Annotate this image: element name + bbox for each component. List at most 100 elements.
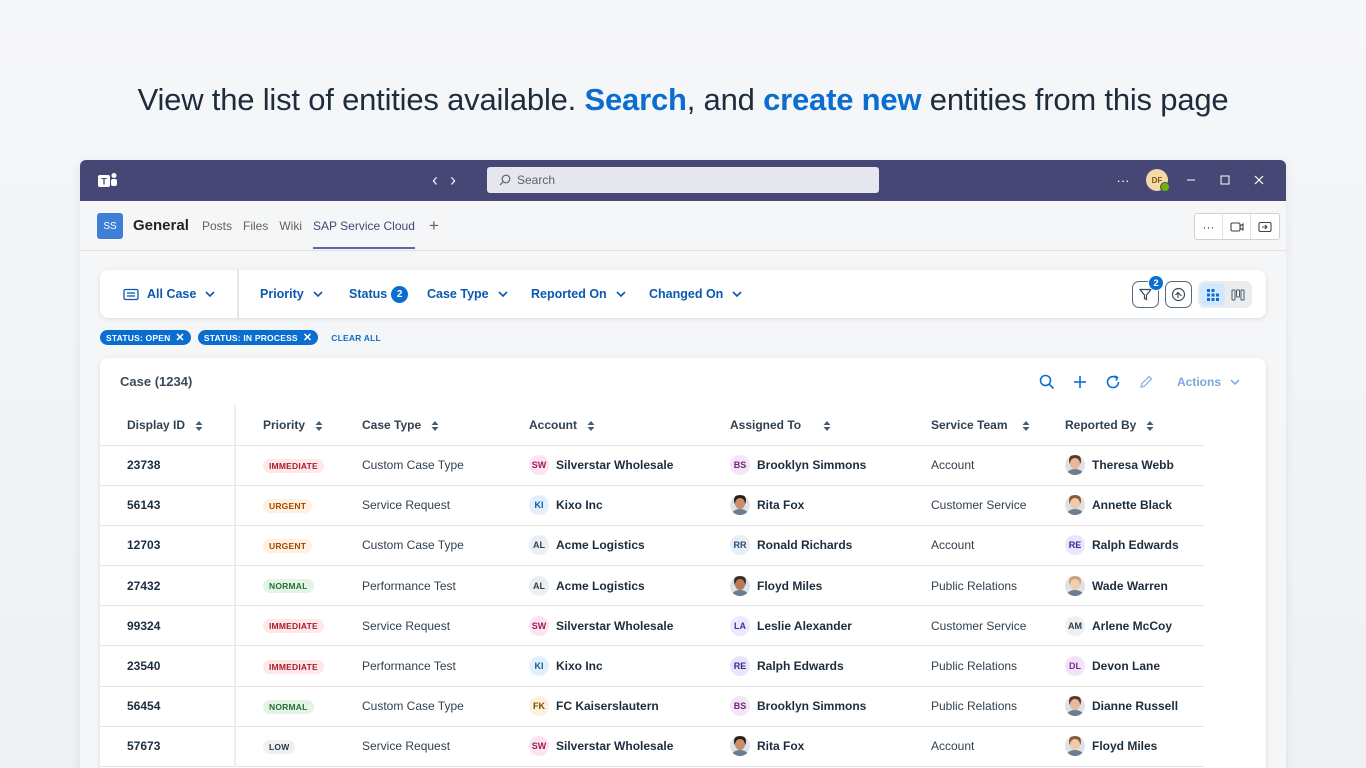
column-label: Account	[529, 417, 577, 432]
cell-case-type: Custom Case Type	[335, 525, 502, 567]
search-button[interactable]	[1031, 371, 1064, 393]
tab-wiki[interactable]: Wiki	[279, 219, 302, 251]
chip-status-in-process[interactable]: STATUS: IN PROCESS ✕	[197, 330, 319, 345]
account-link[interactable]: SW Silverstar Wholesale	[529, 736, 703, 757]
assigned-to-link[interactable]: RR Ronald Richards	[730, 535, 904, 556]
assigned-to-link[interactable]: Rita Fox	[730, 495, 904, 516]
cell-reported-by: Annette Black	[1038, 485, 1204, 526]
reported-by-link[interactable]: AM Arlene McCoy	[1065, 615, 1204, 636]
create-button[interactable]	[1064, 371, 1097, 393]
tab-files[interactable]: Files	[243, 219, 268, 251]
clear-all-link[interactable]: CLEAR ALL	[331, 333, 381, 343]
reported-by-link[interactable]: Theresa Webb	[1065, 455, 1204, 476]
cell-display-id[interactable]: 23540	[100, 645, 236, 687]
tab-sap-service-cloud[interactable]: SAP Service Cloud	[313, 219, 415, 251]
forward-arrow-icon[interactable]: ›	[450, 170, 456, 191]
filter-button[interactable]: 2	[1132, 275, 1164, 308]
ai-assist-button[interactable]	[1165, 281, 1192, 308]
cell-display-id[interactable]: 12703	[100, 525, 236, 567]
account-link[interactable]: SW Silverstar Wholesale	[529, 455, 703, 476]
table-row[interactable]: 23738 IMMEDIATE Custom Case Type SW Silverst…	[100, 445, 1204, 486]
more-options-button[interactable]: ···	[1106, 168, 1140, 192]
priority-badge: URGENT	[263, 498, 313, 513]
priority-badge: IMMEDIATE	[263, 619, 324, 634]
cell-display-id[interactable]: 56143	[100, 485, 236, 526]
table-row[interactable]: 56143 URGENT Service Request KI Kixo Inc Rita…	[100, 485, 1204, 526]
filter-priority[interactable]: Priority	[260, 270, 323, 318]
column-header-case-type[interactable]: Case Type	[335, 405, 502, 446]
filter-changed-on[interactable]: Changed On	[649, 270, 742, 318]
share-button[interactable]	[1251, 214, 1279, 239]
close-button[interactable]	[1242, 168, 1276, 192]
cell-display-id[interactable]: 56454	[100, 686, 236, 727]
edit-button[interactable]	[1130, 371, 1163, 393]
minimize-button[interactable]	[1174, 168, 1208, 192]
cell-display-id[interactable]: 99324	[100, 605, 236, 647]
account-link[interactable]: SW Silverstar Wholesale	[529, 615, 703, 636]
profile-button[interactable]: DF	[1140, 168, 1174, 192]
reported-by-link[interactable]: Floyd Miles	[1065, 736, 1204, 757]
add-tab-icon[interactable]: +	[429, 217, 439, 251]
column-label: Case Type	[362, 417, 422, 432]
table-row[interactable]: 56454 NORMAL Custom Case Type FK FC Kaisersl…	[100, 686, 1204, 727]
column-header-assigned-to[interactable]: Assigned To	[703, 405, 904, 446]
column-header-priority[interactable]: Priority	[235, 405, 335, 446]
cell-display-id[interactable]: 57673	[100, 726, 236, 768]
column-header-display-id[interactable]: Display ID	[100, 405, 236, 446]
table-row[interactable]: 23540 IMMEDIATE Performance Test KI Kixo Inc…	[100, 645, 1204, 687]
reported-by-link[interactable]: RE Ralph Edwards	[1065, 535, 1204, 556]
table-row[interactable]: 12703 URGENT Custom Case Type AL Acme Logist…	[100, 525, 1204, 567]
initials-avatar: RR	[730, 535, 750, 556]
global-search-input[interactable]: Search	[487, 167, 879, 193]
assigned-to-link[interactable]: LA Leslie Alexander	[730, 615, 904, 636]
board-view-button[interactable]	[1225, 283, 1250, 306]
filter-case-type[interactable]: Case Type	[427, 270, 508, 318]
table-row[interactable]: 99324 IMMEDIATE Service Request SW Silversta…	[100, 605, 1204, 647]
account-link[interactable]: AL Acme Logistics	[529, 575, 703, 596]
assigned-to-link[interactable]: RE Ralph Edwards	[730, 656, 904, 677]
column-header-reported-by[interactable]: Reported By	[1038, 405, 1204, 446]
table-row[interactable]: 27432 NORMAL Performance Test AL Acme Logist…	[100, 565, 1204, 607]
refresh-button[interactable]	[1097, 371, 1130, 393]
assigned-to-link[interactable]: BS Brooklyn Simmons	[730, 696, 904, 717]
filter-reported-on[interactable]: Reported On	[531, 270, 626, 318]
table-row[interactable]: 57673 LOW Service Request SW Silverstar Whol…	[100, 726, 1204, 768]
back-arrow-icon[interactable]: ‹	[432, 170, 438, 191]
close-icon[interactable]: ✕	[175, 332, 184, 343]
close-icon[interactable]: ✕	[303, 332, 312, 343]
assigned-to-link[interactable]: Floyd Miles	[730, 575, 904, 596]
actions-menu-button[interactable]: Actions	[1177, 375, 1240, 389]
cell-display-id[interactable]: 27432	[100, 565, 236, 607]
cell-display-id[interactable]: 23738	[100, 445, 236, 486]
reported-by-link[interactable]: Dianne Russell	[1065, 696, 1204, 717]
account-link[interactable]: KI Kixo Inc	[529, 656, 703, 677]
account-link[interactable]: FK FC Kaiserslautern	[529, 696, 703, 717]
initials-avatar: RE	[730, 656, 750, 677]
assigned-to-link[interactable]: BS Brooklyn Simmons	[730, 455, 904, 476]
column-header-service-team[interactable]: Service Team	[904, 405, 1038, 446]
filter-status[interactable]: Status 2	[349, 270, 409, 318]
chevron-down-icon	[616, 290, 626, 297]
photo-avatar	[1065, 455, 1085, 476]
cell-case-type: Service Request	[335, 726, 502, 768]
title-bar: T ‹ › Search ··· DF	[80, 160, 1286, 201]
channel-more-button[interactable]: ···	[1195, 214, 1223, 239]
cell-reported-by: Floyd Miles	[1038, 726, 1204, 768]
initials-avatar: RE	[1065, 535, 1085, 556]
column-header-account[interactable]: Account	[502, 405, 703, 446]
tab-posts[interactable]: Posts	[202, 219, 232, 251]
reported-by-link[interactable]: Annette Black	[1065, 495, 1204, 516]
assigned-to-link[interactable]: Rita Fox	[730, 736, 904, 757]
reported-by-link[interactable]: Wade Warren	[1065, 575, 1204, 596]
cell-assigned-to: Rita Fox	[703, 485, 904, 526]
meet-button[interactable]	[1223, 214, 1251, 239]
table-view-button[interactable]	[1200, 283, 1225, 306]
account-link[interactable]: KI Kixo Inc	[529, 495, 703, 516]
column-label: Priority	[263, 417, 306, 432]
headline-create-new: create new	[763, 82, 922, 117]
reported-by-link[interactable]: DL Devon Lane	[1065, 656, 1204, 677]
variant-selector[interactable]: All Case	[123, 270, 215, 318]
chip-status-open[interactable]: STATUS: OPEN ✕	[100, 330, 191, 345]
maximize-button[interactable]	[1208, 168, 1242, 192]
account-link[interactable]: AL Acme Logistics	[529, 535, 703, 556]
